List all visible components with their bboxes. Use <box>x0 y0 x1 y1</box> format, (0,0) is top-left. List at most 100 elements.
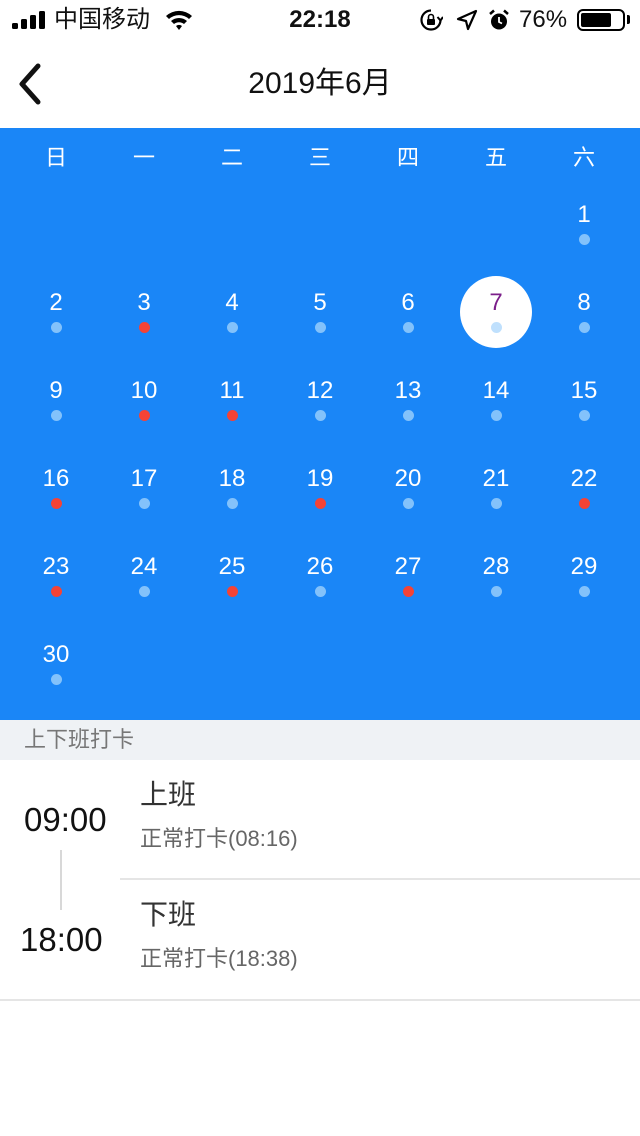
divider <box>0 999 640 1001</box>
calendar-day[interactable]: 29 <box>540 532 628 620</box>
day-number: 6 <box>401 289 415 316</box>
abnormal-dot-indicator <box>50 498 62 509</box>
calendar-day[interactable]: 28 <box>452 532 540 620</box>
status-dot-indicator <box>402 410 414 421</box>
day-number: 24 <box>130 553 158 580</box>
calendar-day[interactable]: 10 <box>100 356 188 444</box>
calendar-day[interactable]: 25 <box>188 532 276 620</box>
day-number: 10 <box>130 377 158 404</box>
weekday-label: 二 <box>220 145 243 170</box>
calendar-day[interactable]: 26 <box>276 532 364 620</box>
day-number: 27 <box>394 553 422 580</box>
calendar-day[interactable]: 3 <box>100 268 188 356</box>
abnormal-dot-indicator <box>138 322 150 333</box>
location-icon <box>456 9 478 31</box>
record-time: 09:00 <box>24 801 107 838</box>
calendar-day[interactable]: 17 <box>100 444 188 532</box>
status-dot-indicator <box>50 322 62 333</box>
day-number: 22 <box>570 465 598 492</box>
calendar-day[interactable]: 11 <box>188 356 276 444</box>
page-title: 2019年6月 <box>248 67 392 100</box>
battery-icon <box>577 9 625 31</box>
day-number: 15 <box>570 377 598 404</box>
status-dot-indicator <box>314 410 326 421</box>
day-number: 26 <box>306 553 334 580</box>
nav-bar: 2019年6月 <box>0 40 640 128</box>
calendar-day[interactable]: 19 <box>276 444 364 532</box>
calendar-day[interactable]: 8 <box>540 268 628 356</box>
status-dot-indicator <box>490 498 502 509</box>
day-number: 20 <box>394 465 422 492</box>
calendar-day[interactable]: 16 <box>12 444 100 532</box>
status-dot-indicator <box>578 586 590 597</box>
attendance-records: 09:00 上班 正常打卡(08:16) 18:00 下班 正常打卡(18:38… <box>0 760 640 1000</box>
status-dot-indicator <box>402 498 414 509</box>
status-dot-indicator <box>138 586 150 597</box>
calendar-day[interactable]: 4 <box>188 268 276 356</box>
calendar-day[interactable]: 23 <box>12 532 100 620</box>
day-number: 4 <box>225 289 239 316</box>
record-time: 18:00 <box>20 921 103 958</box>
calendar-day[interactable]: 20 <box>364 444 452 532</box>
weekday-label: 五 <box>484 145 507 170</box>
weekday-header: 日一二三四五六 <box>0 128 640 188</box>
status-dot-indicator <box>50 410 62 421</box>
calendar-day[interactable]: 21 <box>452 444 540 532</box>
status-dot-indicator <box>490 322 502 333</box>
day-number: 12 <box>306 377 334 404</box>
calendar-day[interactable]: 18 <box>188 444 276 532</box>
status-dot-indicator <box>490 410 502 421</box>
calendar-day[interactable]: 9 <box>12 356 100 444</box>
calendar-day[interactable]: 14 <box>452 356 540 444</box>
day-number: 28 <box>482 553 510 580</box>
calendar-day-selected[interactable]: 7 <box>452 268 540 356</box>
day-number: 14 <box>482 377 510 404</box>
orientation-lock-icon <box>420 9 443 31</box>
record-title: 上班 <box>140 779 197 810</box>
calendar-day[interactable]: 5 <box>276 268 364 356</box>
day-number: 21 <box>482 465 510 492</box>
calendar-day[interactable]: 15 <box>540 356 628 444</box>
section-header: 上下班打卡 <box>0 720 640 760</box>
abnormal-dot-indicator <box>402 586 414 597</box>
status-bar: 中国移动 22:18 76% <box>0 0 640 40</box>
status-dot-indicator <box>578 234 590 245</box>
calendar-day[interactable]: 22 <box>540 444 628 532</box>
status-dot-indicator <box>402 322 414 333</box>
record-clock-in[interactable]: 09:00 上班 正常打卡(08:16) <box>0 760 640 880</box>
status-dot-indicator <box>50 674 62 685</box>
status-dot-indicator <box>314 586 326 597</box>
battery-tip <box>627 15 630 24</box>
calendar-day[interactable]: 6 <box>364 268 452 356</box>
record-status: 正常打卡(08:16) <box>140 826 298 851</box>
calendar-day[interactable]: 30 <box>12 620 100 708</box>
calendar-day[interactable]: 24 <box>100 532 188 620</box>
status-dot-indicator <box>578 322 590 333</box>
weekday-label: 四 <box>396 145 419 170</box>
day-number: 11 <box>219 377 245 404</box>
record-status: 正常打卡(18:38) <box>140 946 298 971</box>
day-number: 2 <box>49 289 63 316</box>
day-number: 16 <box>42 465 70 492</box>
day-number: 8 <box>577 289 591 316</box>
record-clock-out[interactable]: 18:00 下班 正常打卡(18:38) <box>0 880 640 1000</box>
day-number: 3 <box>137 289 151 316</box>
day-number: 19 <box>306 465 334 492</box>
day-number: 17 <box>130 465 158 492</box>
calendar-day[interactable]: 1 <box>540 180 628 268</box>
calendar-day[interactable]: 12 <box>276 356 364 444</box>
calendar-day[interactable]: 13 <box>364 356 452 444</box>
day-number: 5 <box>313 289 327 316</box>
calendar-day[interactable]: 2 <box>12 268 100 356</box>
weekday-label: 日 <box>44 145 67 170</box>
calendar-day[interactable]: 27 <box>364 532 452 620</box>
day-number: 18 <box>218 465 246 492</box>
abnormal-dot-indicator <box>578 498 590 509</box>
abnormal-dot-indicator <box>50 586 62 597</box>
day-number: 29 <box>570 553 598 580</box>
record-title: 下班 <box>140 899 197 930</box>
day-number: 25 <box>218 553 246 580</box>
alarm-icon <box>489 9 509 30</box>
divider <box>120 878 640 880</box>
day-number: 7 <box>489 289 503 316</box>
